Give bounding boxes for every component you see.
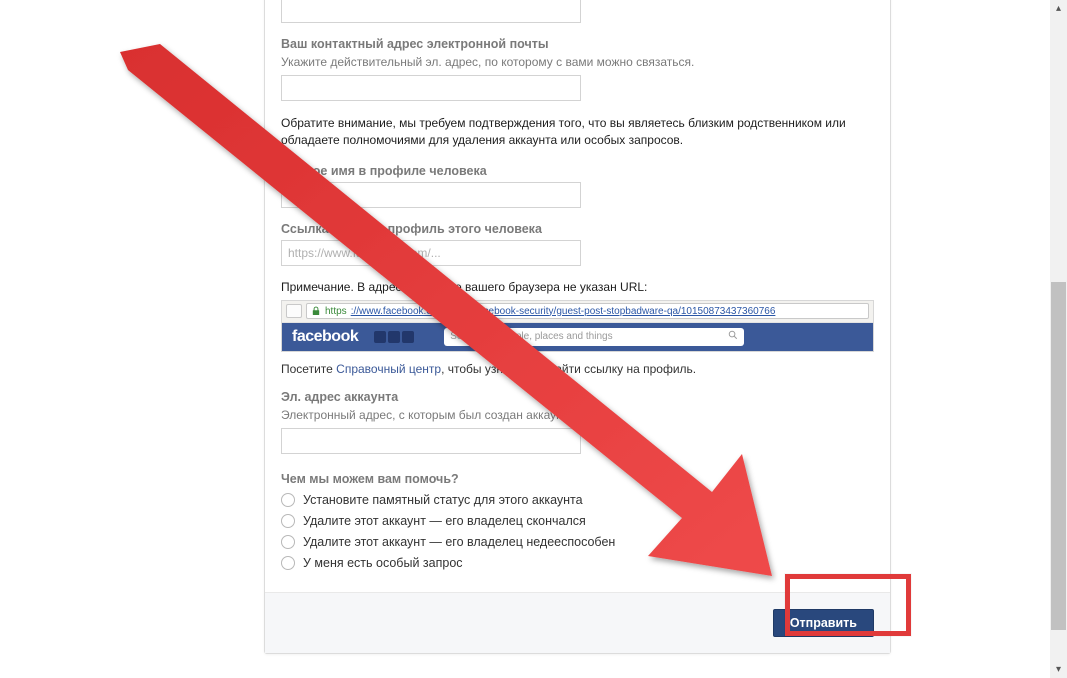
- radio-label: Удалите этот аккаунт — его владелец неде…: [303, 535, 615, 549]
- help-question-label: Чем мы можем вам помочь?: [281, 472, 874, 486]
- radio-option-special-request[interactable]: У меня есть особый запрос: [281, 556, 874, 570]
- page-viewport: Ваш контактный адрес электронной почты У…: [0, 0, 1067, 678]
- account-email-label: Эл. адрес аккаунта: [281, 390, 874, 404]
- scrollbar-arrow-up-icon[interactable]: ▴: [1050, 0, 1067, 17]
- account-email-help: Электронный адрес, с которым был создан …: [281, 408, 874, 422]
- demo-url-field: https ://www.facebook.com/notes/facebook…: [306, 303, 869, 319]
- help-center-link[interactable]: Справочный центр: [336, 362, 441, 376]
- demo-browser-toolbar: https ://www.facebook.com/notes/facebook…: [282, 301, 873, 323]
- person-name-label: Полное имя в профиле человека: [281, 164, 874, 178]
- demo-nav-back-icon: [286, 304, 302, 318]
- demo-facebook-header: facebook Search for people, places and t…: [282, 323, 873, 351]
- contact-email-input[interactable]: [281, 75, 581, 101]
- radio-icon: [281, 514, 295, 528]
- friends-icon: [374, 331, 386, 343]
- profile-url-input[interactable]: [281, 240, 581, 266]
- relative-notice-text: Обратите внимание, мы требуем подтвержде…: [281, 115, 874, 150]
- person-name-input[interactable]: [281, 182, 581, 208]
- radio-option-memorialize[interactable]: Установите памятный статус для этого акк…: [281, 493, 874, 507]
- facebook-logo: facebook: [292, 328, 358, 346]
- help-center-line: Посетите Справочный центр, чтобы узнать,…: [281, 362, 874, 376]
- radio-label: Установите памятный статус для этого акк…: [303, 493, 583, 507]
- your-name-input[interactable]: [281, 0, 581, 23]
- contact-email-help: Укажите действительный эл. адрес, по кот…: [281, 55, 874, 69]
- lock-icon: [311, 305, 321, 317]
- submit-button[interactable]: Отправить: [773, 609, 874, 637]
- search-icon: [728, 330, 738, 343]
- messages-icon: [388, 331, 400, 343]
- radio-icon: [281, 493, 295, 507]
- form-footer: Отправить: [265, 592, 890, 653]
- scrollbar-arrow-down-icon[interactable]: ▾: [1050, 661, 1067, 678]
- scrollbar-thumb[interactable]: [1051, 282, 1066, 630]
- profile-url-label: Ссылка (URL) на профиль этого человека: [281, 222, 874, 236]
- account-email-input[interactable]: [281, 428, 581, 454]
- radio-option-delete-incapacitated[interactable]: Удалите этот аккаунт — его владелец неде…: [281, 535, 874, 549]
- radio-option-delete-deceased[interactable]: Удалите этот аккаунт — его владелец скон…: [281, 514, 874, 528]
- form-body: Ваш контактный адрес электронной почты У…: [265, 0, 890, 592]
- scrollbar-track[interactable]: ▴ ▾: [1050, 0, 1067, 678]
- url-note-text: Примечание. В адресной строке вашего бра…: [281, 280, 874, 294]
- demo-url-scheme: https: [325, 306, 347, 317]
- demo-url-text: ://www.facebook.com/notes/facebook-secur…: [351, 306, 776, 317]
- demo-search-box: Search for people, places and things: [444, 328, 744, 346]
- radio-icon: [281, 556, 295, 570]
- contact-email-label: Ваш контактный адрес электронной почты: [281, 37, 874, 51]
- radio-label: Удалите этот аккаунт — его владелец скон…: [303, 514, 586, 528]
- demo-header-icons: [374, 331, 414, 343]
- radio-label: У меня есть особый запрос: [303, 556, 463, 570]
- radio-icon: [281, 535, 295, 549]
- submit-wrap: Отправить: [773, 609, 874, 637]
- globe-icon: [402, 331, 414, 343]
- demo-search-placeholder: Search for people, places and things: [450, 331, 728, 342]
- help-center-prefix: Посетите: [281, 362, 336, 376]
- help-center-suffix: , чтобы узнать, как найти ссылку на проф…: [441, 362, 696, 376]
- addressbar-demo-image: https ://www.facebook.com/notes/facebook…: [281, 300, 874, 352]
- form-card: Ваш контактный адрес электронной почты У…: [264, 0, 891, 654]
